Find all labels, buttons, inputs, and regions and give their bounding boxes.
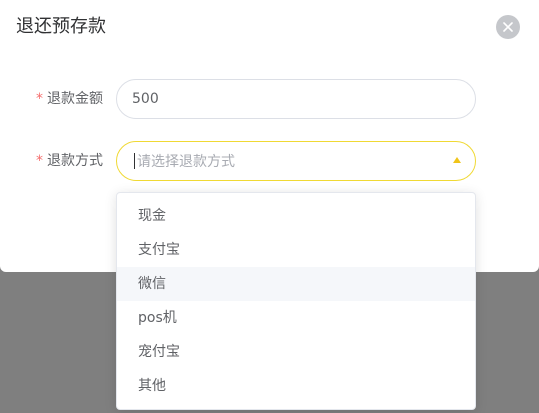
dropdown-option[interactable]: 其他 bbox=[117, 369, 475, 403]
close-button[interactable] bbox=[496, 15, 520, 39]
refund-method-placeholder: 请选择退款方式 bbox=[137, 154, 235, 170]
refund-method-label: * 退款方式 bbox=[36, 141, 103, 181]
text-cursor bbox=[134, 153, 135, 169]
dropdown-option[interactable]: 微信 bbox=[117, 267, 475, 301]
arrow-up-icon bbox=[453, 157, 461, 163]
refund-amount-input[interactable]: 500 bbox=[116, 79, 476, 119]
dropdown-option[interactable]: 宠付宝 bbox=[117, 335, 475, 369]
close-icon bbox=[502, 21, 514, 33]
refund-amount-row: * 退款金额 500 bbox=[0, 79, 539, 119]
dropdown-option[interactable]: 现金 bbox=[117, 199, 475, 233]
refund-amount-label: * 退款金额 bbox=[36, 79, 103, 119]
refund-amount-value: 500 bbox=[132, 91, 159, 107]
dropdown-option[interactable]: pos机 bbox=[117, 301, 475, 335]
dropdown-option[interactable]: 支付宝 bbox=[117, 233, 475, 267]
refund-method-dropdown: 现金 支付宝 微信 pos机 宠付宝 其他 bbox=[116, 192, 476, 410]
required-mark: * bbox=[36, 91, 43, 107]
dialog-title: 退还预存款 bbox=[16, 16, 106, 37]
required-mark: * bbox=[36, 153, 43, 169]
refund-method-select[interactable]: 请选择退款方式 bbox=[116, 141, 476, 181]
refund-amount-label-text: 退款金额 bbox=[47, 91, 103, 107]
refund-method-label-text: 退款方式 bbox=[47, 153, 103, 169]
refund-method-row: * 退款方式 请选择退款方式 bbox=[0, 141, 539, 181]
